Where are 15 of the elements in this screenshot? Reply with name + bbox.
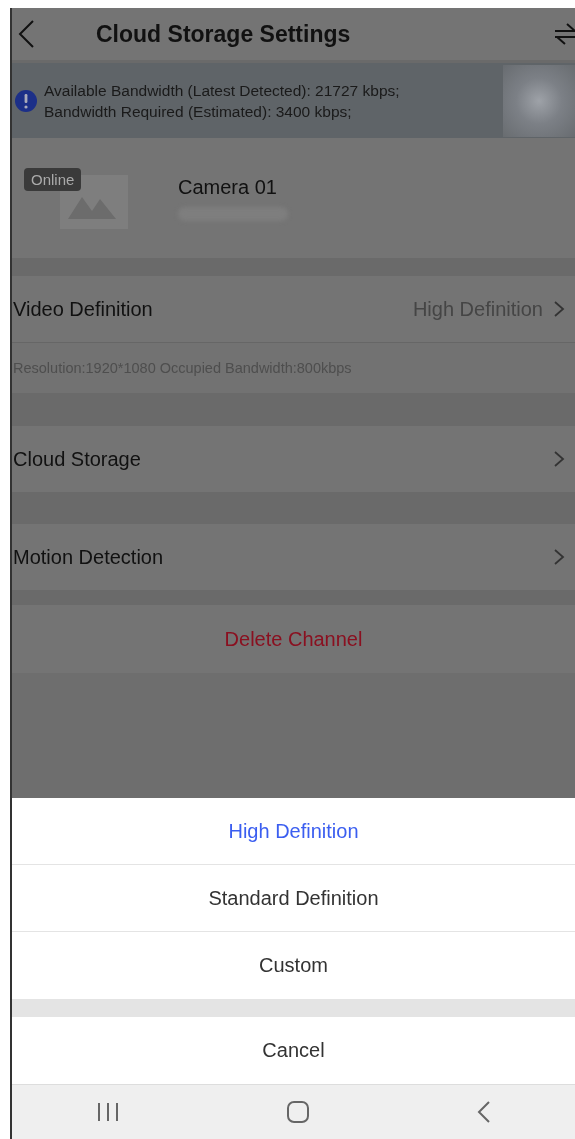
bandwidth-text: Available Bandwidth (Latest Detected): 21727 kbps; Bandwidth Required (Estimated): 3400 kbps; <box>44 80 400 122</box>
row-label: Cloud Storage <box>13 447 142 471</box>
camera-name: Camera 01 <box>178 175 278 199</box>
settings-row[interactable]: Cloud Storage <box>12 426 575 492</box>
page-title: Cloud Storage Settings <box>96 20 352 48</box>
chevron-right-icon <box>553 300 565 318</box>
status-badge: Online <box>24 168 82 191</box>
chevron-right-icon <box>553 450 565 468</box>
row-label: Video Definition <box>13 297 154 321</box>
blurred-overlay <box>503 65 575 137</box>
chevron-right-icon <box>553 548 565 566</box>
row-label: Motion Detection <box>13 545 165 569</box>
settings-row[interactable]: Motion Detection <box>12 524 575 590</box>
info-icon <box>14 88 38 113</box>
swap-arrows-icon[interactable] <box>553 22 575 46</box>
